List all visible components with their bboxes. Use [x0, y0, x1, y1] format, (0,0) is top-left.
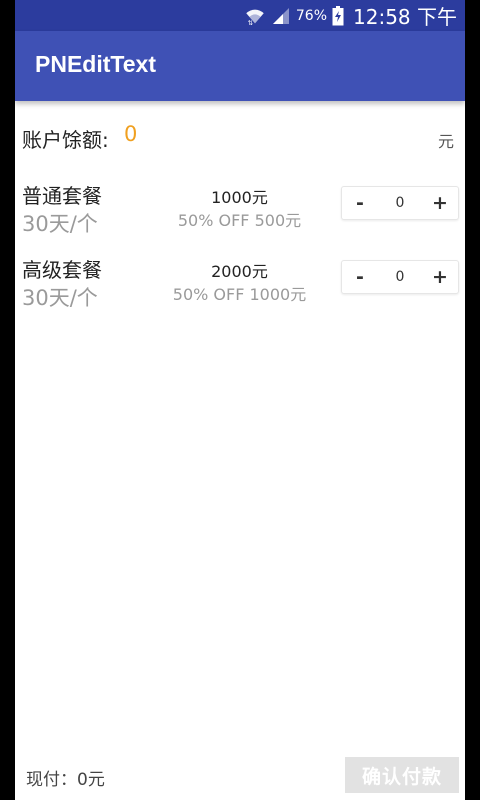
app-title: PNEditText [35, 51, 156, 77]
total-payment: 现付：0元 [26, 770, 105, 790]
wifi-icon: ⇅ [246, 9, 264, 27]
package-price: 2000元 [211, 262, 268, 281]
package-price: 1000元 [211, 188, 268, 207]
balance-unit: 元 [437, 132, 454, 151]
package-name: 高级套餐 [22, 258, 102, 282]
increment-button[interactable]: + [422, 261, 458, 293]
package-period: 30天/个 [22, 286, 98, 310]
balance-row: 账户馀额: 0 元 [22, 122, 454, 152]
quantity-stepper: - 0 + [341, 186, 459, 220]
status-bar: ⇅ 76% 12:58 下午 [15, 0, 465, 31]
signal-icon [272, 7, 289, 24]
package-discount: 50% OFF 500元 [177, 211, 302, 230]
decrement-button[interactable]: - [342, 187, 378, 219]
svg-text:⇅: ⇅ [248, 19, 253, 27]
confirm-payment-button[interactable]: 确认付款 [345, 757, 459, 793]
package-discount: 50% OFF 1000元 [172, 285, 307, 304]
status-clock: 12:58 下午 [353, 5, 457, 29]
package-row-premium: 高级套餐 30天/个 2000元 50% OFF 1000元 - 0 + [22, 254, 459, 314]
package-row-standard: 普通套餐 30天/个 1000元 50% OFF 500元 - 0 + [22, 180, 459, 240]
increment-button[interactable]: + [422, 187, 458, 219]
quantity-value[interactable]: 0 [378, 187, 422, 219]
package-name: 普通套餐 [22, 184, 102, 208]
package-period: 30天/个 [22, 212, 98, 236]
battery-percent: 76% [295, 7, 327, 24]
balance-label: 账户馀额: [22, 128, 109, 152]
battery-charging-icon [332, 5, 344, 25]
app-screen: ⇅ 76% 12:58 下午 PNEditText 账户馀额: 0 元 普通套餐… [15, 0, 465, 800]
balance-value: 0 [124, 122, 138, 146]
decrement-button[interactable]: - [342, 261, 378, 293]
quantity-stepper: - 0 + [341, 260, 459, 294]
quantity-value[interactable]: 0 [378, 261, 422, 293]
app-bar: PNEditText [15, 31, 465, 101]
status-icons: ⇅ 76% 12:58 下午 [244, 0, 457, 31]
footer-bar: 现付：0元 确认付款 [15, 756, 465, 800]
